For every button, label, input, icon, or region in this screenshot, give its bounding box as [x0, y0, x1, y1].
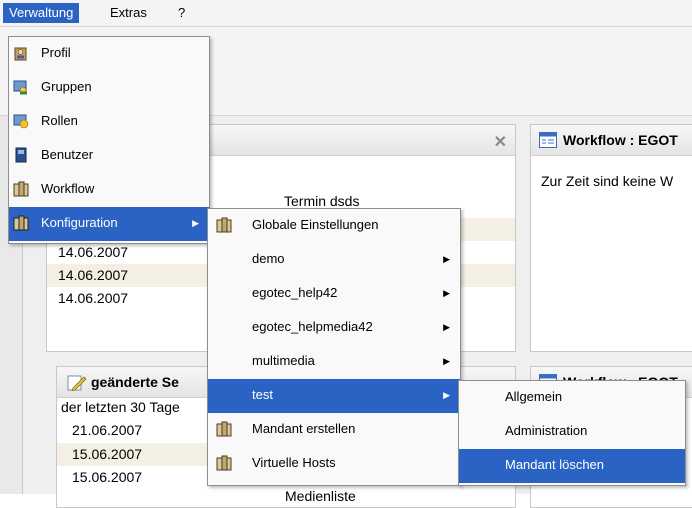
menu-help[interactable]: ? — [172, 3, 191, 23]
menu-item-label: egotec_helpmedia42 — [252, 319, 373, 334]
panel-subtitle: der letzten 30 Tage — [61, 399, 180, 415]
roles-icon — [13, 114, 29, 129]
menu-item-label: Mandant löschen — [505, 457, 605, 472]
edit-page-icon — [67, 375, 87, 391]
settings-icon — [216, 217, 232, 233]
config-icon — [13, 215, 29, 231]
date-value: 21.06.2007 — [72, 422, 143, 438]
menu-item-benutzer[interactable]: Benutzer — [9, 139, 209, 173]
hosts-icon — [216, 455, 232, 471]
submenu-arrow-icon: ▶ — [443, 322, 450, 332]
konfiguration-submenu: Globale Einstellungen demo ▶ egotec_help… — [207, 208, 461, 486]
workflow-panel-top: Workflow : EGOT Zur Zeit sind keine W — [530, 124, 692, 352]
menu-item-label: Allgemein — [505, 389, 563, 404]
submenu-arrow-icon: ▶ — [443, 288, 450, 298]
date-value: 14.06.2007 — [58, 244, 129, 260]
menu-item-mandant-loeschen[interactable]: Mandant löschen — [459, 449, 685, 483]
menu-item-label: test — [252, 387, 273, 402]
menu-verwaltung[interactable]: Verwaltung — [3, 3, 80, 23]
menu-item-label: Gruppen — [41, 79, 92, 94]
date-value: 14.06.2007 — [58, 290, 129, 306]
menu-item-label: demo — [252, 251, 285, 266]
menu-item-label: Globale Einstellungen — [252, 217, 379, 232]
groups-icon — [13, 80, 27, 95]
workflow-panel-header: Workflow : EGOT — [531, 125, 692, 156]
workflow-icon — [13, 181, 29, 197]
submenu-arrow-icon: ▶ — [443, 254, 450, 264]
menu-item-label: Administration — [505, 423, 588, 438]
panel-title: geänderte Se — [91, 374, 179, 390]
termin-heading: Termin dsds — [284, 193, 360, 209]
menu-item-label: multimedia — [252, 353, 315, 368]
submenu-arrow-icon: ▶ — [443, 390, 450, 400]
menu-item-gruppen[interactable]: Gruppen — [9, 71, 209, 105]
user-book-icon — [15, 147, 27, 163]
profile-icon — [14, 47, 27, 61]
menu-item-allgemein[interactable]: Allgemein — [459, 381, 685, 415]
menu-item-label: Profil — [41, 45, 71, 60]
menu-item-virtuelle-hosts[interactable]: Virtuelle Hosts — [208, 447, 460, 481]
date-value: 15.06.2007 — [72, 469, 143, 485]
menu-item-label: Workflow — [41, 181, 95, 196]
menu-item-label: egotec_help42 — [252, 285, 338, 300]
date-value: 14.06.2007 — [58, 267, 129, 283]
test-submenu: Allgemein Administration Mandant löschen — [458, 380, 686, 486]
menu-item-label: Rollen — [41, 113, 78, 128]
menu-item-administration[interactable]: Administration — [459, 415, 685, 449]
panel-title: Workflow : EGOT — [563, 132, 678, 148]
menu-item-label: Konfiguration — [41, 215, 118, 230]
workflow-status-text: Zur Zeit sind keine W — [541, 173, 674, 189]
menu-item-mandant-erstellen[interactable]: Mandant erstellen — [208, 413, 460, 447]
menu-item-workflow[interactable]: Workflow — [9, 173, 209, 207]
menu-item-test[interactable]: test ▶ — [208, 379, 460, 413]
menu-item-egotec-helpmedia42[interactable]: egotec_helpmedia42 ▶ — [208, 311, 460, 345]
menu-item-konfiguration[interactable]: Konfiguration ▶ — [9, 207, 209, 241]
submenu-arrow-icon: ▶ — [192, 218, 199, 228]
menu-item-globale-einstellungen[interactable]: Globale Einstellungen — [208, 209, 460, 243]
menu-item-egotec-help42[interactable]: egotec_help42 ▶ — [208, 277, 460, 311]
menu-item-multimedia[interactable]: multimedia ▶ — [208, 345, 460, 379]
menu-item-label: Virtuelle Hosts — [252, 455, 336, 470]
date-value: 15.06.2007 — [72, 446, 143, 462]
window-list-icon — [539, 132, 557, 148]
verwaltung-dropdown: Profil Gruppen Rollen Benutzer Workflow — [8, 36, 210, 244]
menu-item-demo[interactable]: demo ▶ — [208, 243, 460, 277]
submenu-arrow-icon: ▶ — [443, 356, 450, 366]
close-icon[interactable]: ✕ — [494, 132, 507, 152]
medienliste-text: Medienliste — [285, 488, 356, 504]
menu-extras[interactable]: Extras — [104, 3, 153, 23]
menu-item-profil[interactable]: Profil — [9, 37, 209, 71]
mandant-icon — [216, 421, 232, 437]
menu-item-label: Mandant erstellen — [252, 421, 356, 436]
menu-item-rollen[interactable]: Rollen — [9, 105, 209, 139]
menu-item-label: Benutzer — [41, 147, 94, 162]
menubar: Verwaltung Extras ? — [0, 0, 692, 27]
